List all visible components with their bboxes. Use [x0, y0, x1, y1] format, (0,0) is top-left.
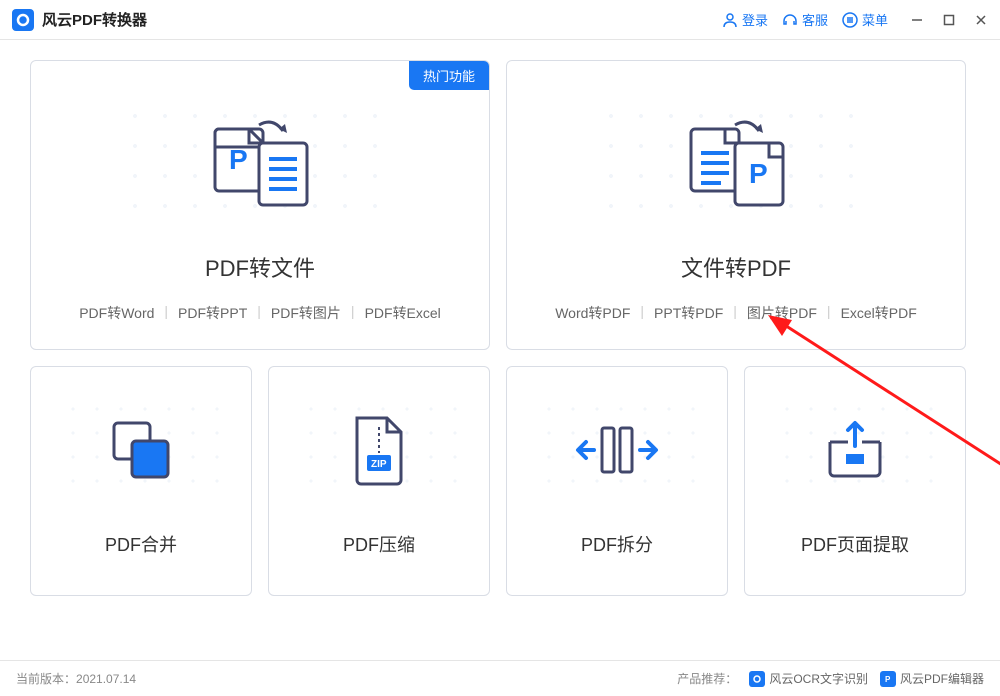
login-label: 登录: [742, 10, 768, 29]
merge-icon: [96, 405, 186, 495]
headset-icon: [782, 12, 798, 28]
titlebar-left: 风云PDF转换器: [12, 9, 147, 31]
card-title: 文件转PDF: [681, 251, 791, 283]
svg-text:P: P: [885, 675, 891, 684]
editor-icon: P: [880, 671, 896, 687]
card-pdf-extract[interactable]: PDF页面提取: [744, 366, 966, 596]
recommend-ocr[interactable]: 风云OCR文字识别: [749, 670, 868, 687]
footer-right: 产品推荐： 风云OCR文字识别 P 风云PDF编辑器: [677, 670, 984, 687]
menu-label: 菜单: [862, 10, 888, 29]
card-title: PDF合并: [105, 531, 177, 557]
sub-item[interactable]: PDF转Excel: [355, 303, 451, 323]
sub-item[interactable]: PPT转PDF: [644, 303, 733, 323]
window-controls: [910, 13, 988, 27]
card-pdf-merge[interactable]: PDF合并: [30, 366, 252, 596]
pdf-to-file-icon: P: [205, 101, 315, 221]
svg-text:P: P: [229, 144, 248, 175]
version-label: 当前版本：: [16, 672, 76, 686]
sub-list: PDF转Word | PDF转PPT | PDF转图片 | PDF转Excel: [69, 303, 451, 323]
minimize-button[interactable]: [910, 13, 924, 27]
recommend-ocr-label: 风云OCR文字识别: [769, 670, 868, 687]
card-file-to-pdf[interactable]: P 文件转PDF Word转PDF | PPT转PDF | 图片转PDF | E…: [506, 60, 966, 350]
support-button[interactable]: 客服: [782, 10, 828, 29]
app-title: 风云PDF转换器: [42, 9, 147, 30]
hot-badge: 热门功能: [409, 61, 489, 90]
sub-list: Word转PDF | PPT转PDF | 图片转PDF | Excel转PDF: [545, 303, 927, 323]
card-pdf-split[interactable]: PDF拆分: [506, 366, 728, 596]
card-title: PDF拆分: [581, 531, 653, 557]
split-icon: [572, 405, 662, 495]
titlebar-right: 登录 客服 菜单: [722, 10, 988, 29]
card-title: PDF压缩: [343, 531, 415, 557]
user-icon: [722, 12, 738, 28]
sub-item[interactable]: PDF转PPT: [168, 303, 257, 323]
card-pdf-to-file[interactable]: 热门功能 P PDF转文件 PDF转Word | PDF转PPT | PDF转: [30, 60, 490, 350]
card-title: PDF页面提取: [801, 531, 909, 557]
sub-item[interactable]: PDF转图片: [261, 303, 351, 323]
sub-item[interactable]: Excel转PDF: [831, 303, 927, 323]
extract-icon: [810, 405, 900, 495]
card-title: PDF转文件: [205, 251, 315, 283]
card-pdf-compress[interactable]: ZIP PDF压缩: [268, 366, 490, 596]
ocr-icon: [749, 671, 765, 687]
file-to-pdf-icon: P: [681, 101, 791, 221]
main-area: 热门功能 P PDF转文件 PDF转Word | PDF转PPT | PDF转: [0, 40, 1000, 616]
version-value: 2021.07.14: [76, 672, 136, 686]
sub-item[interactable]: Word转PDF: [545, 303, 640, 323]
titlebar: 风云PDF转换器 登录 客服 菜单: [0, 0, 1000, 40]
menu-icon: [842, 12, 858, 28]
compress-icon: ZIP: [334, 405, 424, 495]
footer: 当前版本：2021.07.14 产品推荐： 风云OCR文字识别 P 风云PDF编…: [0, 660, 1000, 696]
recommend-editor[interactable]: P 风云PDF编辑器: [880, 670, 984, 687]
sub-item[interactable]: 图片转PDF: [737, 303, 827, 323]
svg-text:ZIP: ZIP: [371, 459, 387, 470]
menu-button[interactable]: 菜单: [842, 10, 888, 29]
version-info: 当前版本：2021.07.14: [16, 670, 136, 687]
login-button[interactable]: 登录: [722, 10, 768, 29]
maximize-button[interactable]: [942, 13, 956, 27]
recommend-label: 产品推荐：: [677, 670, 737, 687]
recommend-editor-label: 风云PDF编辑器: [900, 670, 984, 687]
support-label: 客服: [802, 10, 828, 29]
close-button[interactable]: [974, 13, 988, 27]
app-logo-icon: [12, 9, 34, 31]
sub-item[interactable]: PDF转Word: [69, 303, 164, 323]
svg-text:P: P: [749, 158, 768, 189]
